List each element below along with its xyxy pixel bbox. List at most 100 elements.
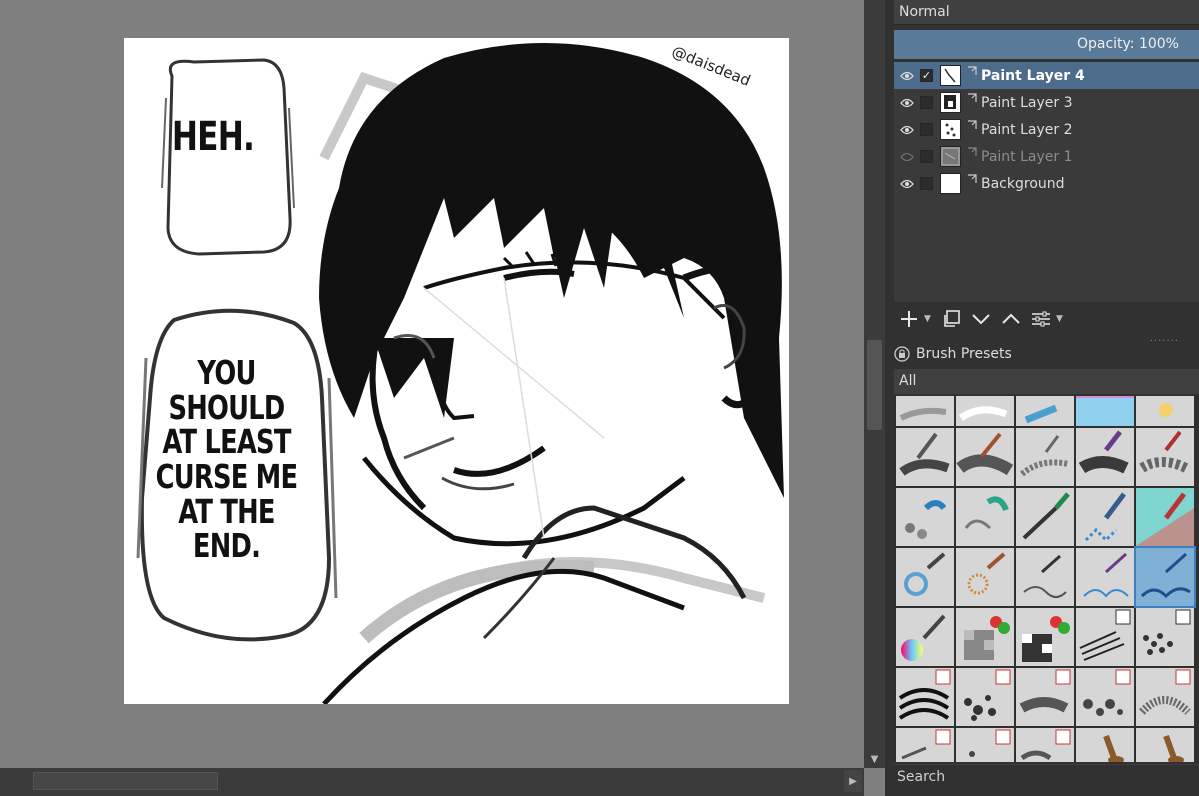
horizontal-scroll-thumb[interactable] bbox=[33, 772, 218, 790]
move-layer-up-icon[interactable] bbox=[996, 304, 1026, 334]
inherit-alpha-icon[interactable] bbox=[967, 172, 977, 183]
brush-preset-tile[interactable] bbox=[956, 548, 1014, 606]
layer-name: Paint Layer 4 bbox=[981, 67, 1085, 84]
layer-name: Background bbox=[981, 175, 1065, 192]
layer-properties-dropdown-icon[interactable]: ▼ bbox=[1056, 314, 1068, 324]
brush-preset-tile[interactable] bbox=[896, 668, 954, 726]
scroll-right-arrow-icon[interactable]: ▶ bbox=[844, 770, 862, 792]
layer-row-paint-layer-1[interactable]: Paint Layer 1 bbox=[894, 143, 1199, 170]
visibility-eye-icon[interactable] bbox=[899, 122, 915, 138]
brush-preset-tile[interactable] bbox=[1016, 728, 1074, 762]
bubble2-line-5: AT THE bbox=[178, 491, 275, 531]
brush-preset-tile[interactable] bbox=[956, 488, 1014, 546]
layer-select-checkbox[interactable] bbox=[920, 96, 933, 109]
artwork-canvas[interactable]: HEH. YOU SHOULD AT LEAST CURSE ME AT THE… bbox=[124, 38, 789, 704]
brush-presets-title: Brush Presets bbox=[916, 346, 1012, 362]
brush-preset-tile[interactable] bbox=[1016, 668, 1074, 726]
brush-preset-tile[interactable] bbox=[1136, 396, 1194, 426]
brush-preset-tile[interactable] bbox=[896, 428, 954, 486]
inherit-alpha-icon[interactable] bbox=[967, 64, 977, 75]
layer-thumbnail bbox=[940, 119, 961, 140]
layer-select-checkbox[interactable] bbox=[920, 150, 933, 163]
layer-list: ✓ Paint Layer 4 Paint Layer 3 Paint Laye… bbox=[894, 62, 1199, 302]
brush-preset-tile[interactable] bbox=[956, 608, 1014, 666]
layer-thumbnail bbox=[940, 65, 961, 86]
brush-preset-tile-selected[interactable] bbox=[1134, 546, 1196, 608]
brush-preset-tile[interactable] bbox=[896, 548, 954, 606]
add-layer-plus-icon[interactable] bbox=[894, 304, 924, 334]
brush-search-input[interactable]: Search bbox=[894, 764, 1199, 796]
inherit-alpha-icon[interactable] bbox=[967, 118, 977, 129]
brush-preset-tile[interactable] bbox=[1076, 608, 1134, 666]
visibility-eye-icon[interactable] bbox=[899, 95, 915, 111]
brush-tag-select[interactable]: All bbox=[894, 369, 1199, 394]
layer-name: Paint Layer 3 bbox=[981, 94, 1073, 111]
brush-preset-tile[interactable] bbox=[1016, 548, 1074, 606]
vertical-scroll-thumb[interactable] bbox=[867, 340, 882, 430]
brush-preset-tile[interactable] bbox=[1016, 608, 1074, 666]
canvas-viewport[interactable]: HEH. YOU SHOULD AT LEAST CURSE ME AT THE… bbox=[0, 0, 864, 768]
brush-preset-tile[interactable] bbox=[1136, 428, 1194, 486]
brush-preset-tile[interactable] bbox=[1076, 668, 1134, 726]
brush-preset-tile[interactable] bbox=[1076, 396, 1134, 426]
inherit-alpha-icon[interactable] bbox=[967, 91, 977, 102]
krita-window: HEH. YOU SHOULD AT LEAST CURSE ME AT THE… bbox=[0, 0, 1199, 796]
layer-row-paint-layer-4[interactable]: ✓ Paint Layer 4 bbox=[894, 62, 1199, 89]
brush-preset-tile[interactable] bbox=[1076, 548, 1134, 606]
bubble2-line-4: CURSE ME bbox=[155, 456, 298, 496]
brush-preset-tile[interactable] bbox=[1136, 608, 1194, 666]
brush-preset-tile[interactable] bbox=[1016, 428, 1074, 486]
layer-name: Paint Layer 2 bbox=[981, 121, 1073, 138]
bubble2-line-1: YOU bbox=[197, 353, 256, 392]
brush-preset-tile[interactable] bbox=[1016, 488, 1074, 546]
brush-preset-tile[interactable] bbox=[956, 668, 1014, 726]
brush-preset-grid bbox=[894, 396, 1199, 762]
brush-preset-tile[interactable] bbox=[1076, 428, 1134, 486]
brush-preset-tile[interactable] bbox=[1016, 396, 1074, 426]
lock-docker-icon[interactable] bbox=[894, 346, 910, 362]
layer-row-paint-layer-3[interactable]: Paint Layer 3 bbox=[894, 89, 1199, 116]
layer-name: Paint Layer 1 bbox=[981, 148, 1073, 165]
visibility-hidden-icon[interactable] bbox=[899, 149, 915, 165]
blend-mode-select[interactable]: Normal bbox=[894, 0, 1199, 25]
scroll-down-arrow-icon[interactable]: ▼ bbox=[864, 750, 885, 768]
inherit-alpha-icon[interactable] bbox=[967, 145, 977, 156]
brush-preset-tile[interactable] bbox=[1136, 488, 1194, 546]
brush-preset-tile[interactable] bbox=[956, 728, 1014, 762]
move-layer-down-icon[interactable] bbox=[966, 304, 996, 334]
brush-preset-tile[interactable] bbox=[896, 608, 954, 666]
add-layer-dropdown-icon[interactable]: ▼ bbox=[924, 314, 936, 324]
bubble1-line-1: HEH. bbox=[171, 114, 255, 160]
layer-row-background[interactable]: Background bbox=[894, 170, 1199, 197]
brush-preset-tile[interactable] bbox=[896, 396, 954, 426]
brush-preset-tile[interactable] bbox=[896, 728, 954, 762]
duplicate-layer-icon[interactable] bbox=[936, 304, 966, 334]
canvas-vertical-scrollbar[interactable]: ▼ bbox=[864, 0, 885, 768]
bubble2-line-6: END. bbox=[192, 526, 261, 566]
layer-toolbar: ▼ ▼ bbox=[894, 302, 1199, 336]
layer-row-paint-layer-2[interactable]: Paint Layer 2 bbox=[894, 116, 1199, 143]
bubble2-line-3: AT LEAST bbox=[162, 422, 291, 462]
visibility-eye-icon[interactable] bbox=[899, 68, 915, 84]
layer-thumbnail bbox=[940, 92, 961, 113]
layer-properties-sliders-icon[interactable] bbox=[1026, 304, 1056, 334]
speech-bubble-1-text: HEH. bbox=[162, 116, 263, 158]
right-docker: Normal Opacity: 100% ✓ Paint Layer 4 Pai… bbox=[885, 0, 1199, 796]
layer-thumbnail bbox=[940, 146, 961, 167]
brush-preset-tile[interactable] bbox=[1076, 488, 1134, 546]
layer-select-checkbox[interactable] bbox=[920, 123, 933, 136]
brush-preset-tile[interactable] bbox=[956, 428, 1014, 486]
brush-preset-tile[interactable] bbox=[1136, 668, 1194, 726]
canvas-horizontal-scrollbar[interactable]: ▶ bbox=[0, 768, 864, 796]
visibility-eye-icon[interactable] bbox=[899, 176, 915, 192]
layer-select-checkbox[interactable]: ✓ bbox=[920, 69, 933, 82]
brush-preset-tile[interactable] bbox=[956, 396, 1014, 426]
brush-preset-tile[interactable] bbox=[1136, 728, 1194, 762]
brush-presets-header: Brush Presets bbox=[894, 342, 1199, 366]
speech-bubble-2-text: YOU SHOULD AT LEAST CURSE ME AT THE END. bbox=[139, 353, 315, 566]
layer-opacity-slider[interactable]: Opacity: 100% bbox=[894, 30, 1199, 59]
layer-thumbnail bbox=[940, 173, 961, 194]
brush-preset-tile[interactable] bbox=[1076, 728, 1134, 762]
brush-preset-tile[interactable] bbox=[896, 488, 954, 546]
layer-select-checkbox[interactable] bbox=[920, 177, 933, 190]
